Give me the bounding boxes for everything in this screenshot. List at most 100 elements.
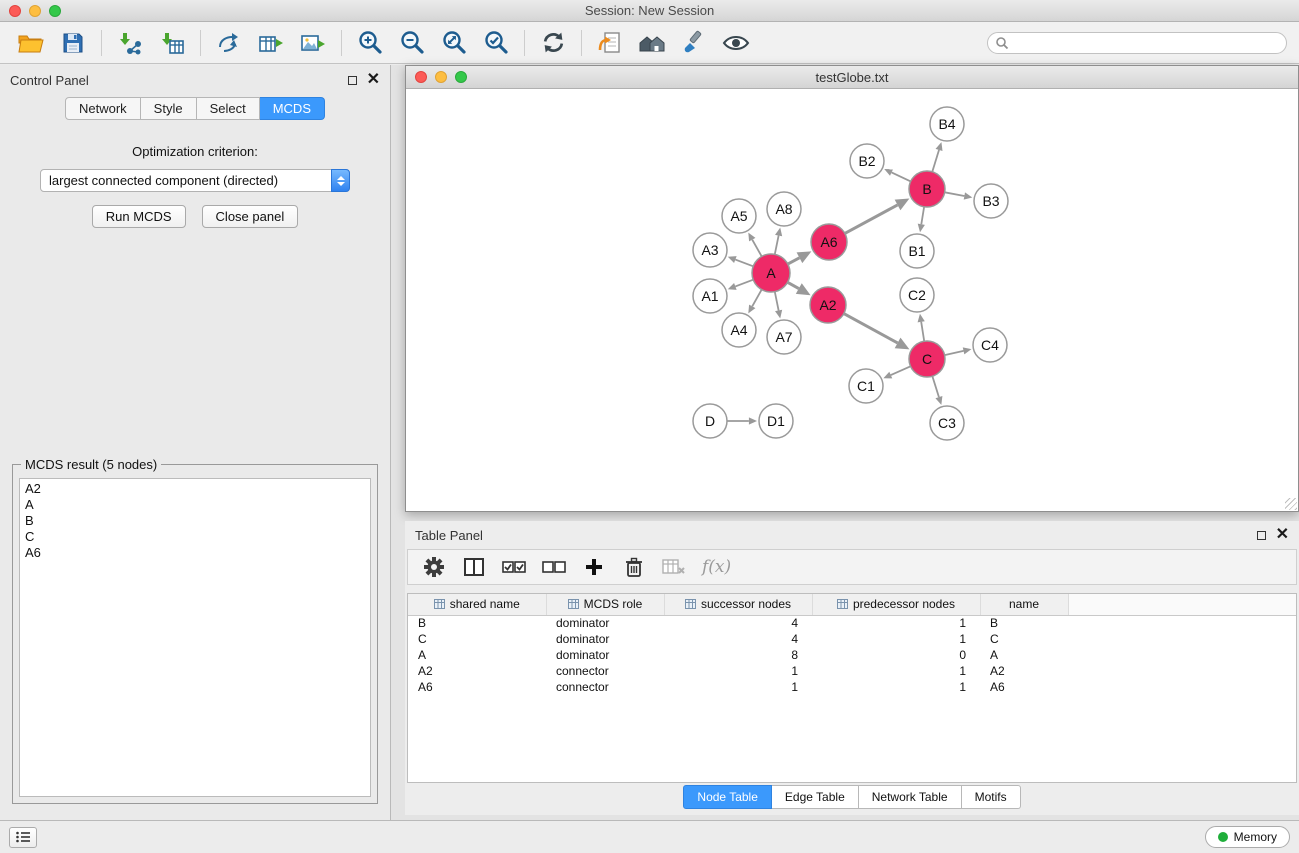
apply-layout-button[interactable] [532, 26, 574, 60]
result-item[interactable]: C [25, 529, 365, 545]
graph-node-A8[interactable]: A8 [767, 192, 801, 226]
graph-edge-A-A6[interactable] [788, 258, 800, 264]
tab-network-table[interactable]: Network Table [859, 785, 962, 809]
zoom-out-button[interactable] [391, 26, 433, 60]
function-builder-button[interactable]: f(x) [702, 553, 731, 581]
tab-style[interactable]: Style [141, 97, 197, 120]
column-header-name[interactable]: name [980, 594, 1068, 615]
import-network-button[interactable] [109, 26, 151, 60]
graph-edge-B-B3[interactable] [945, 192, 965, 196]
graph-node-B[interactable]: B [909, 171, 945, 207]
result-item[interactable]: A6 [25, 545, 365, 561]
graph-node-A7[interactable]: A7 [767, 320, 801, 354]
table-row[interactable]: Bdominator41B [408, 615, 1296, 631]
graph-edge-C-C3[interactable] [932, 376, 939, 397]
import-table-button[interactable] [151, 26, 193, 60]
graph-node-D[interactable]: D [693, 404, 727, 438]
column-header-predecessor-nodes[interactable]: predecessor nodes [812, 594, 980, 615]
column-header-successor-nodes[interactable]: successor nodes [664, 594, 812, 615]
graph-edge-B-B1[interactable] [921, 207, 924, 224]
tab-node-table[interactable]: Node Table [683, 785, 772, 809]
criterion-dropdown[interactable]: largest connected component (directed) [40, 169, 350, 192]
export-table-button[interactable] [250, 26, 292, 60]
graph-edge-A-A7[interactable] [775, 292, 779, 311]
graph-node-C2[interactable]: C2 [900, 278, 934, 312]
zoom-window-button[interactable] [49, 5, 61, 17]
delete-row-button[interactable] [622, 553, 646, 581]
network-close-button[interactable] [415, 71, 427, 83]
table-row[interactable]: A2connector11A2 [408, 663, 1296, 679]
show-panels-button[interactable] [9, 827, 37, 848]
graph-node-B4[interactable]: B4 [930, 107, 964, 141]
zoom-fit-button[interactable] [433, 26, 475, 60]
run-mcds-button[interactable]: Run MCDS [92, 205, 186, 228]
graph-edge-A-A8[interactable] [775, 236, 779, 255]
tab-edge-table[interactable]: Edge Table [772, 785, 859, 809]
graph-edge-C-C2[interactable] [921, 322, 924, 341]
table-row[interactable]: Cdominator41C [408, 631, 1296, 647]
network-zoom-button[interactable] [455, 71, 467, 83]
close-panel-icon[interactable]: ✕ [367, 72, 380, 88]
style-brush-button[interactable] [673, 26, 715, 60]
graph-edge-A2-C[interactable] [844, 314, 898, 343]
graph-node-A2[interactable]: A2 [810, 287, 846, 323]
graph-node-A4[interactable]: A4 [722, 313, 756, 347]
resize-grip[interactable] [1285, 498, 1297, 510]
graph-edge-B-B2[interactable] [892, 172, 911, 181]
float-panel-icon[interactable] [348, 76, 357, 85]
tab-mcds[interactable]: MCDS [260, 97, 325, 120]
graph-edge-C-C4[interactable] [945, 351, 964, 355]
result-item[interactable]: A [25, 497, 365, 513]
close-window-button[interactable] [9, 5, 21, 17]
open-session-button[interactable] [10, 26, 52, 60]
tab-motifs[interactable]: Motifs [962, 785, 1021, 809]
close-table-panel-icon[interactable]: ✕ [1276, 527, 1289, 543]
result-item[interactable]: B [25, 513, 365, 529]
zoom-in-button[interactable] [349, 26, 391, 60]
deselect-all-button[interactable] [542, 553, 566, 581]
graph-edge-C-C1[interactable] [891, 366, 911, 375]
graph-node-C1[interactable]: C1 [849, 369, 883, 403]
graph-node-C4[interactable]: C4 [973, 328, 1007, 362]
export-network-button[interactable] [208, 26, 250, 60]
network-graph[interactable]: AA6A2BCA1A3A4A5A7A8B1B2B3B4C1C2C3C4DD1 [406, 90, 1298, 511]
table-row[interactable]: Adominator80A [408, 647, 1296, 663]
graph-node-B3[interactable]: B3 [974, 184, 1008, 218]
graph-edge-B-B4[interactable] [932, 150, 939, 172]
search-input[interactable] [987, 32, 1287, 54]
result-item[interactable]: A2 [25, 481, 365, 497]
close-panel-button[interactable]: Close panel [202, 205, 299, 228]
graph-edge-A6-B[interactable] [845, 205, 898, 234]
table-row[interactable]: A6connector11A6 [408, 679, 1296, 695]
graph-node-B1[interactable]: B1 [900, 234, 934, 268]
float-table-panel-icon[interactable] [1257, 531, 1266, 540]
graph-edge-A-A5[interactable] [752, 240, 761, 257]
column-header-mcds-role[interactable]: MCDS role [546, 594, 664, 615]
graph-node-C3[interactable]: C3 [930, 406, 964, 440]
graph-edge-A-A2[interactable] [788, 282, 799, 288]
network-window-titlebar[interactable]: testGlobe.txt [406, 66, 1298, 89]
graph-edge-A-A1[interactable] [735, 280, 753, 287]
select-all-button[interactable] [502, 553, 526, 581]
memory-button[interactable]: Memory [1205, 826, 1290, 848]
tab-select[interactable]: Select [197, 97, 260, 120]
add-row-button[interactable] [582, 553, 606, 581]
export-image-button[interactable] [292, 26, 334, 60]
graph-edge-A-A4[interactable] [752, 290, 761, 307]
minimize-window-button[interactable] [29, 5, 41, 17]
graph-node-A1[interactable]: A1 [693, 279, 727, 313]
zoom-selected-button[interactable] [475, 26, 517, 60]
save-session-button[interactable] [52, 26, 94, 60]
column-header-shared-name[interactable]: shared name [408, 594, 546, 615]
graph-node-C[interactable]: C [909, 341, 945, 377]
document-arrow-button[interactable] [589, 26, 631, 60]
home-view-button[interactable] [631, 26, 673, 60]
graph-node-A[interactable]: A [752, 254, 790, 292]
graph-node-B2[interactable]: B2 [850, 144, 884, 178]
graph-node-A5[interactable]: A5 [722, 199, 756, 233]
mcds-result-list[interactable]: A2ABCA6 [19, 478, 371, 797]
delete-table-button[interactable] [662, 553, 686, 581]
network-minimize-button[interactable] [435, 71, 447, 83]
graph-edge-A-A3[interactable] [735, 260, 753, 267]
tab-network[interactable]: Network [65, 97, 141, 120]
